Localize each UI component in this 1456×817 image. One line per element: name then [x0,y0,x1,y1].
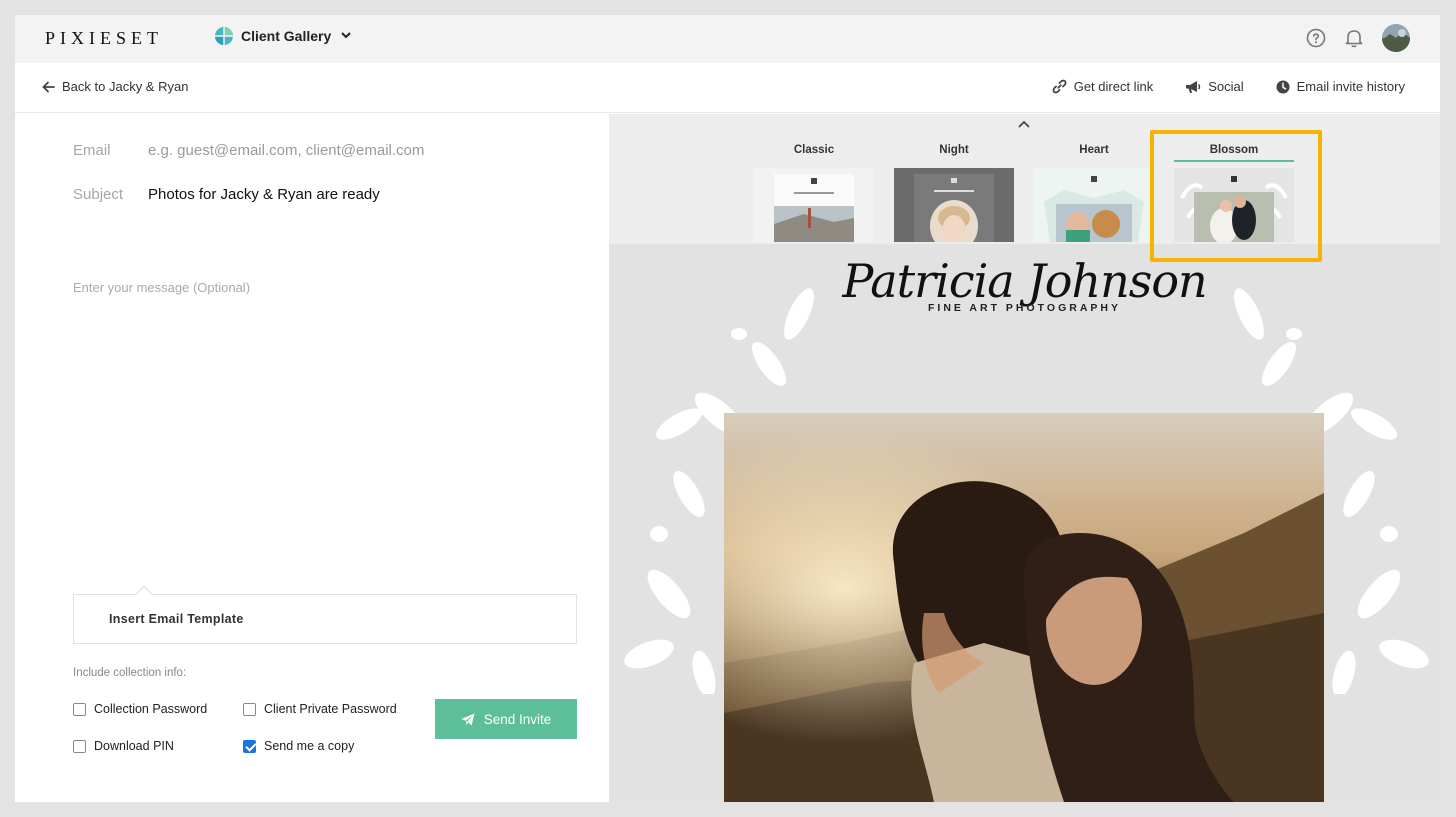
theme-night-label: Night [939,144,969,156]
message-textarea[interactable]: Enter your message (Optional) [73,280,250,295]
email-label: Email [73,142,111,159]
download-pin-option[interactable]: Download PIN [73,739,174,753]
get-direct-link-label: Get direct link [1073,79,1154,94]
top-icons [1306,24,1410,52]
theme-night-thumbnail [894,168,1014,242]
email-input[interactable]: e.g. guest@email.com, client@email.com [148,142,424,159]
collection-password-checkbox[interactable] [73,702,86,716]
client-private-password-checkbox[interactable] [243,702,256,716]
send-invite-label: Send Invite [483,711,552,727]
email-form-panel: Email e.g. guest@email.com, client@email… [15,114,609,802]
send-invite-button[interactable]: Send Invite [435,699,577,739]
theme-selector: Classic Night Heart Blossom [609,114,1440,262]
sub-actions: Get direct link Social Email invite hist… [1052,79,1405,94]
sub-toolbar: Back to Jacky & Ryan Get direct link Soc… [15,63,1440,113]
clock-icon [1276,80,1290,93]
brand-subline: FINE ART PHOTOGRAPHY [927,302,1121,314]
question-circle-icon[interactable] [1306,28,1326,48]
collection-password-option[interactable]: Collection Password [73,702,207,716]
cover-photo [724,413,1324,802]
back-link[interactable]: Back to Jacky & Ryan [42,79,188,94]
megaphone-icon [1186,80,1201,93]
client-gallery-switcher[interactable]: Client Gallery [215,27,351,45]
theme-classic-thumbnail [754,168,874,242]
theme-night[interactable]: Night [894,144,1014,242]
template-caret [135,585,153,603]
email-invite-history-label: Email invite history [1296,79,1405,94]
user-avatar[interactable] [1382,24,1410,52]
email-preview-panel: Classic Night Heart Blossom Patricia Joh… [609,114,1440,802]
theme-heart-thumbnail [1034,168,1154,242]
email-invite-history-button[interactable]: Email invite history [1276,79,1405,94]
subject-label: Subject [73,186,124,203]
theme-heart[interactable]: Heart [1034,144,1154,242]
paper-plane-icon [461,713,475,725]
chevron-down-icon [341,30,351,42]
download-pin-checkbox[interactable] [73,739,86,753]
top-bar: PIXIESET Client Gallery [15,15,1440,63]
arrow-left-icon [42,81,55,92]
download-pin-label: Download PIN [94,739,174,753]
client-gallery-icon [215,27,233,45]
subject-row: Subject Photos for Jacky & Ryan are read… [73,186,380,203]
client-gallery-label: Client Gallery [241,28,332,44]
collapse-chevron-icon[interactable] [1018,119,1030,131]
brand-script-name: Patricia Johnson [842,254,1207,308]
insert-email-template-button[interactable]: Insert Email Template [73,585,577,644]
back-label: Back to Jacky & Ryan [62,79,189,94]
send-me-copy-label: Send me a copy [264,739,355,753]
bell-icon[interactable] [1344,28,1364,48]
insert-email-template-label: Insert Email Template [109,612,244,626]
client-private-password-label: Client Private Password [264,702,397,716]
send-me-copy-checkbox[interactable] [243,739,256,753]
pixieset-logo[interactable]: PIXIESET [45,28,163,49]
app-window: PIXIESET Client Gallery Back to Jacky & … [15,15,1440,802]
email-row: Email e.g. guest@email.com, client@email… [73,142,424,159]
theme-classic[interactable]: Classic [754,144,874,242]
get-direct-link-button[interactable]: Get direct link [1052,79,1153,94]
client-private-password-option[interactable]: Client Private Password [243,702,397,716]
theme-classic-label: Classic [793,144,835,156]
photographer-brand: Patricia Johnson FINE ART PHOTOGRAPHY [609,254,1440,314]
theme-heart-label: Heart [1079,144,1109,156]
selected-theme-highlight [1150,130,1322,262]
collection-password-label: Collection Password [94,702,208,716]
send-me-copy-option[interactable]: Send me a copy [243,739,354,753]
include-collection-info-label: Include collection info: [73,667,187,679]
social-label: Social [1208,79,1244,94]
subject-input[interactable]: Photos for Jacky & Ryan are ready [148,186,380,203]
social-button[interactable]: Social [1185,79,1244,94]
link-icon [1052,79,1067,94]
